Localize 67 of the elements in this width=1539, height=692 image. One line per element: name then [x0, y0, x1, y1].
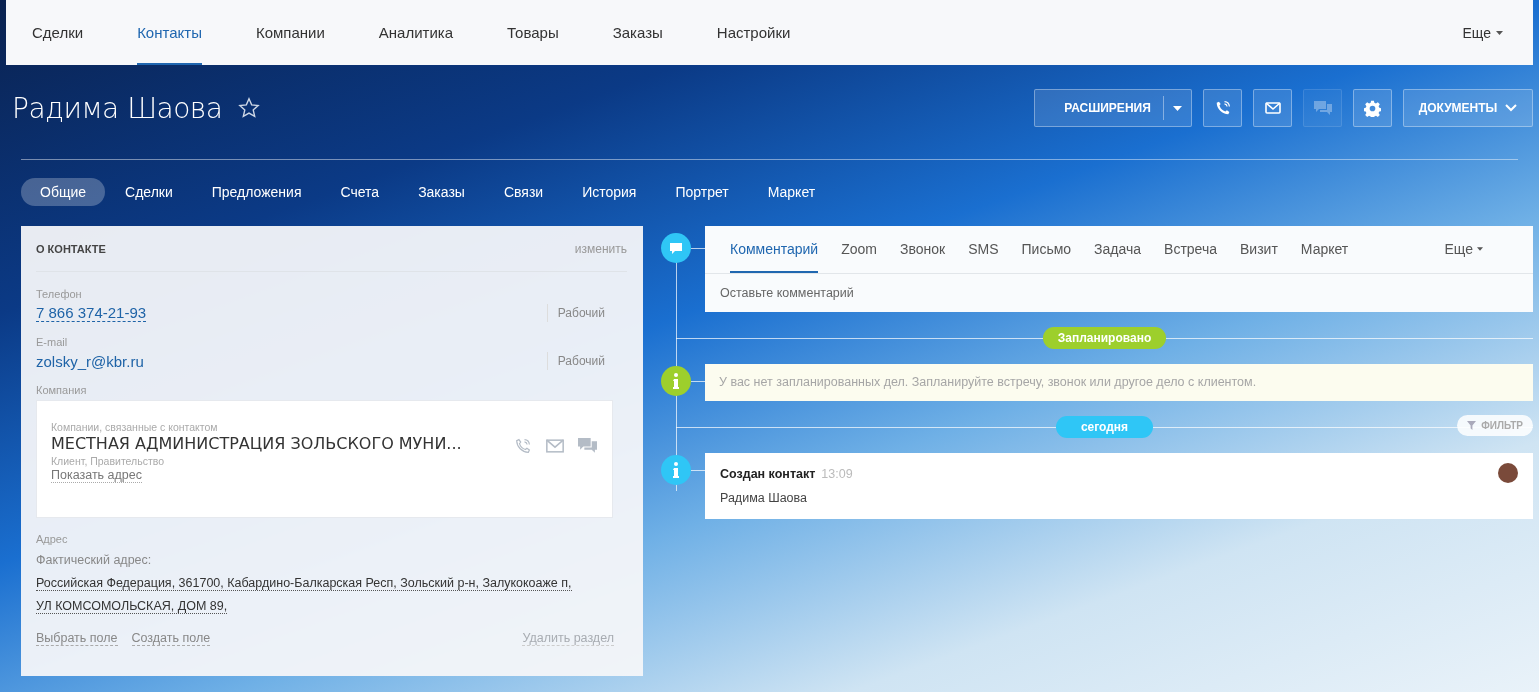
section-tab[interactable]: Заказы	[399, 178, 484, 206]
caret-icon	[1496, 30, 1503, 35]
avatar	[1498, 463, 1518, 483]
gear-button[interactable]	[1353, 89, 1392, 127]
activity-tab[interactable]: Звонок	[900, 226, 946, 273]
activity-tab[interactable]: Визит	[1240, 226, 1278, 273]
more-menu[interactable]: Еще	[1462, 0, 1503, 65]
field-label: Адрес	[36, 533, 69, 545]
section-tab[interactable]: Общие	[21, 178, 106, 206]
field-type: Рабочий	[546, 352, 627, 370]
more-menu[interactable]: Еще	[1444, 226, 1483, 273]
comment-field[interactable]: Оставьте комментарий	[705, 274, 1533, 312]
activity-tab[interactable]: Zoom	[841, 226, 877, 273]
field-label: Компания	[36, 384, 88, 396]
event-title: Создан контакт	[720, 467, 816, 481]
nav-tab[interactable]: Товары	[507, 0, 559, 65]
chevron-icon	[1505, 104, 1518, 112]
extensions-button[interactable]: РАСШИРЕНИЯ	[1034, 89, 1192, 127]
nav-tab[interactable]: Аналитика	[378, 0, 454, 65]
filter-icon	[1467, 421, 1477, 430]
company-caption: Компании, связанные с контактом	[51, 421, 219, 433]
phone-button[interactable]	[1203, 89, 1242, 127]
section-tab[interactable]: История	[563, 178, 656, 206]
caret-icon	[1172, 105, 1182, 111]
chat-icon[interactable]	[578, 438, 597, 454]
mail-icon	[1264, 102, 1281, 114]
activity-tab[interactable]: Маркет	[1300, 226, 1349, 273]
company-name[interactable]: МЕСТНАЯ АДМИНИСТРАЦИЯ ЗОЛЬСКОГО МУНИ...	[51, 434, 514, 453]
nav-tab[interactable]: Настройки	[716, 0, 791, 65]
section-tab[interactable]: Предложения	[192, 178, 321, 206]
nav-tab[interactable]: Сделки	[32, 0, 84, 65]
activity-tab[interactable]: Письмо	[1021, 226, 1072, 273]
caret-icon	[1477, 246, 1483, 251]
nav-tab[interactable]: Контакты	[137, 0, 202, 65]
section-tab[interactable]: Связи	[484, 178, 563, 206]
star-icon[interactable]	[238, 97, 261, 119]
address-caption: Фактический адрес:	[36, 553, 153, 567]
field-type: Рабочий	[546, 304, 627, 322]
field-label: E-mail	[36, 336, 69, 348]
planned-badge: Запланировано	[1042, 327, 1167, 349]
nav-tab[interactable]: Заказы	[612, 0, 663, 65]
show-address-link[interactable]: Показать адрес	[51, 468, 142, 483]
activity-tab[interactable]: Задача	[1094, 226, 1142, 273]
activity-tab[interactable]: SMS	[968, 226, 999, 273]
chat-icon	[1313, 100, 1332, 116]
section-tab[interactable]: Сделки	[106, 178, 192, 206]
mail-icon[interactable]	[545, 439, 565, 453]
address-line: УЛ КОМСОМОЛЬСКАЯ, ДОМ 89,	[36, 599, 228, 614]
settings-icon	[1364, 99, 1381, 117]
today-badge: сегодня	[1055, 416, 1154, 438]
planned-notice: У вас нет запланированных дел. Запланируйте встречу, звонок или другое дело с клиентом.	[705, 364, 1533, 401]
event-time: 13:09	[821, 467, 853, 481]
field-label: Телефон	[36, 288, 83, 300]
email-link[interactable]: zolsky_r@kbr.ru	[36, 352, 144, 370]
event-text: Радима Шаова	[720, 491, 808, 505]
phone-link[interactable]: 7 866 374-21-93	[36, 304, 147, 322]
card-title: О КОНТАКТЕ	[36, 242, 106, 255]
company-tags: Клиент, Правительство	[51, 455, 514, 467]
phone-icon[interactable]	[514, 437, 532, 455]
address-line: Российская Федерация, 361700, Кабардино-Балкарская Респ, Зольский р-н, Залукокоаже п,	[36, 576, 572, 591]
mail-button[interactable]	[1253, 89, 1292, 127]
activity-tab[interactable]: Встреча	[1164, 226, 1217, 273]
section-tab[interactable]: Портрет	[656, 178, 748, 206]
section-tab[interactable]: Маркет	[748, 178, 835, 206]
nav-tab[interactable]: Компании	[255, 0, 325, 65]
contact-name: Радима Шаова	[12, 91, 223, 125]
section-tab[interactable]: Счета	[321, 178, 399, 206]
